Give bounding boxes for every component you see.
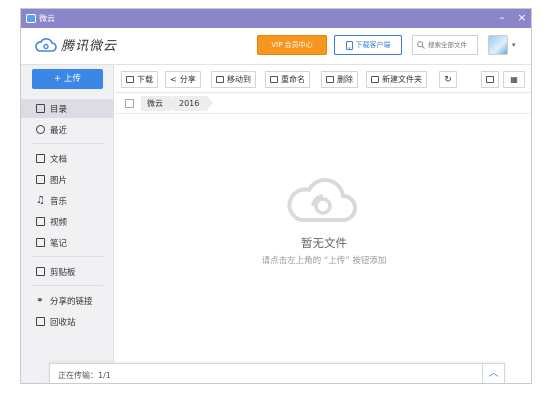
breadcrumb-root[interactable]: 微云 xyxy=(141,96,177,111)
empty-state: 暂无文件 请点击左上角的 “上传” 按钮添加 xyxy=(115,114,531,364)
delete-label: 删除 xyxy=(337,75,353,84)
avatar[interactable] xyxy=(488,35,508,55)
download-button[interactable]: 下载 xyxy=(121,71,158,88)
vip-center-button[interactable]: VIP 会员中心 xyxy=(257,35,327,55)
sidebar-item-notes[interactable]: 笔记 xyxy=(21,233,114,252)
clock-icon xyxy=(36,125,45,134)
logo-text: 腾讯微云 xyxy=(61,39,118,54)
panel-icon xyxy=(486,76,494,83)
download-client-label: 下载客户端 xyxy=(355,41,391,49)
download-icon xyxy=(126,76,134,83)
sidebar-item-documents[interactable]: 文档 xyxy=(21,149,114,168)
sidebar-item-label: 视频 xyxy=(50,217,68,228)
download-client-button[interactable]: 下载客户端 xyxy=(334,35,402,55)
view-mode-button[interactable]: ▦ xyxy=(503,71,525,88)
new-folder-button[interactable]: 新建文件夹 xyxy=(366,71,427,88)
image-icon xyxy=(36,175,45,184)
share-icon: < xyxy=(170,75,177,84)
clipboard-icon xyxy=(36,267,45,276)
sidebar: + 上传 目录 最近 文档 图片 ♫ 音乐 视频 笔记 剪贴板 ⚭ 分享的链接 … xyxy=(21,65,114,383)
download-label: 下载 xyxy=(137,75,153,84)
logo: 腾讯微云 xyxy=(35,35,117,54)
sidebar-item-label: 分享的链接 xyxy=(50,296,93,307)
search-input[interactable] xyxy=(428,41,476,49)
sidebar-item-label: 笔记 xyxy=(50,238,68,249)
rename-button[interactable]: 重命名 xyxy=(265,71,310,88)
transfer-status-bar: 正在传输：1/1 ︿ xyxy=(49,363,505,383)
rename-icon xyxy=(270,76,278,83)
toolbar: 下载 < 分享 移动到 重命名 删除 新建文件夹 ↻ ▦ xyxy=(115,65,531,93)
grid-view-icon: ▦ xyxy=(510,75,518,84)
detail-pane-button[interactable] xyxy=(481,71,499,88)
folder-list-icon xyxy=(36,104,45,113)
delete-icon xyxy=(326,76,334,83)
cloud-icon xyxy=(287,178,357,222)
sidebar-item-images[interactable]: 图片 xyxy=(21,170,114,189)
delete-button[interactable]: 删除 xyxy=(321,71,358,88)
refresh-icon: ↻ xyxy=(444,74,452,85)
sidebar-item-label: 剪贴板 xyxy=(50,267,76,278)
close-button[interactable]: × xyxy=(515,11,529,25)
cloud-logo-icon xyxy=(35,37,57,52)
trash-icon xyxy=(36,317,45,326)
breadcrumb: 微云 2016 xyxy=(115,93,531,114)
minimize-button[interactable]: – xyxy=(495,11,509,25)
empty-title: 暂无文件 xyxy=(301,236,347,250)
sidebar-item-directory[interactable]: 目录 xyxy=(21,99,114,118)
chevron-down-icon[interactable]: ▾ xyxy=(512,41,516,49)
sidebar-divider xyxy=(31,256,103,257)
transfer-status-text: 正在传输：1/1 xyxy=(58,371,111,380)
share-label: 分享 xyxy=(179,75,196,84)
move-to-label: 移动到 xyxy=(227,75,251,84)
sidebar-item-shared-links[interactable]: ⚭ 分享的链接 xyxy=(21,291,114,310)
note-icon xyxy=(36,238,45,247)
title-bar: 微云 – × xyxy=(21,9,531,28)
sidebar-item-recycle-bin[interactable]: 回收站 xyxy=(21,312,114,331)
video-icon xyxy=(36,217,45,226)
weiyun-app-icon xyxy=(26,14,36,23)
sidebar-divider xyxy=(31,285,103,286)
sidebar-item-label: 最近 xyxy=(50,125,68,136)
title-app: 微云 xyxy=(26,13,55,24)
select-all-checkbox[interactable] xyxy=(125,99,134,108)
empty-hint: 请点击左上角的 “上传” 按钮添加 xyxy=(261,256,387,266)
phone-icon xyxy=(345,40,353,50)
sidebar-item-label: 图片 xyxy=(50,175,68,186)
sidebar-item-label: 文档 xyxy=(50,154,68,165)
search-box[interactable] xyxy=(412,35,478,55)
sidebar-item-video[interactable]: 视频 xyxy=(21,212,114,231)
music-icon: ♫ xyxy=(36,195,45,206)
header: 腾讯微云 VIP 会员中心 下载客户端 ▾ xyxy=(21,28,531,64)
sidebar-item-label: 目录 xyxy=(50,104,68,115)
document-icon xyxy=(36,154,45,163)
sidebar-item-music[interactable]: ♫ 音乐 xyxy=(21,191,114,210)
breadcrumb-current[interactable]: 2016 xyxy=(173,96,214,111)
move-to-button[interactable]: 移动到 xyxy=(211,71,256,88)
expand-transfer-button[interactable]: ︿ xyxy=(482,364,504,383)
new-folder-label: 新建文件夹 xyxy=(382,75,422,84)
sidebar-item-label: 回收站 xyxy=(50,317,76,328)
link-icon: ⚭ xyxy=(36,295,44,306)
upload-button[interactable]: + 上传 xyxy=(32,69,103,89)
move-icon xyxy=(216,76,224,83)
refresh-button[interactable]: ↻ xyxy=(439,71,457,88)
sidebar-divider xyxy=(31,143,103,144)
app-window: 微云 – × 腾讯微云 VIP 会员中心 下载客户端 搜索全部文件 ▾ + 上传… xyxy=(20,8,532,384)
sidebar-item-recent[interactable]: 最近 xyxy=(21,120,114,139)
search-icon xyxy=(417,41,425,49)
new-folder-icon xyxy=(371,76,379,83)
share-button[interactable]: < 分享 xyxy=(165,71,201,88)
window-title: 微云 xyxy=(39,14,55,23)
sidebar-item-label: 音乐 xyxy=(50,196,68,207)
sidebar-item-clipboard[interactable]: 剪贴板 xyxy=(21,262,114,281)
chevron-up-icon: ︿ xyxy=(488,368,499,379)
rename-label: 重命名 xyxy=(281,75,305,84)
